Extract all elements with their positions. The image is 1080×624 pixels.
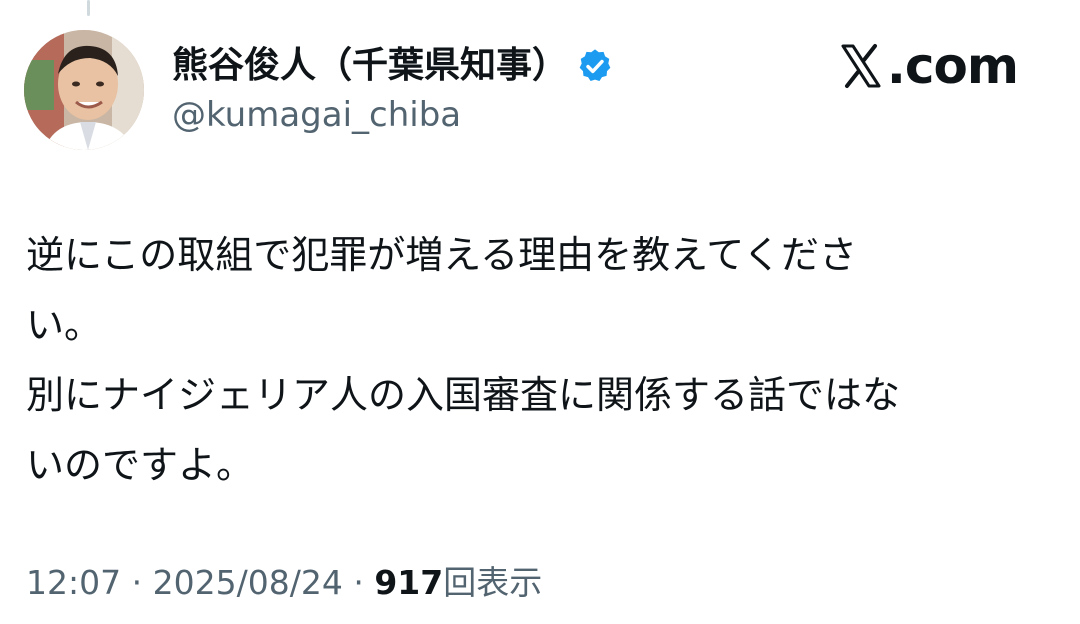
x-logo-icon bbox=[837, 42, 885, 90]
tweet-line: 別にナイジェリア人の入国審査に関係する話ではな bbox=[26, 373, 901, 417]
author-handle[interactable]: @kumagai_chiba bbox=[172, 90, 461, 140]
views-label: 回表示 bbox=[443, 563, 543, 602]
tweet-date[interactable]: 2025/08/24 bbox=[153, 563, 343, 602]
brand-domain-label: .com bbox=[886, 37, 1019, 95]
tweet-meta: 12:07 · 2025/08/24 · 917回表示 bbox=[26, 558, 542, 608]
tweet-time[interactable]: 12:07 bbox=[26, 563, 121, 602]
profile-photo bbox=[24, 30, 144, 150]
verified-badge-icon bbox=[576, 47, 614, 85]
tweet-body: 逆にこの取組で犯罪が増える理由を教えてくださ い。 別にナイジェリア人の入国審査… bbox=[26, 220, 1046, 500]
tweet-line: 逆にこの取組で犯罪が増える理由を教えてくださ bbox=[26, 233, 858, 277]
meta-separator: · bbox=[131, 563, 143, 602]
tweet-line: いのですよ。 bbox=[26, 443, 255, 487]
x-com-brand: .com bbox=[837, 36, 1019, 96]
views-count: 917 bbox=[374, 563, 444, 602]
tweet-line: い。 bbox=[26, 303, 103, 347]
meta-separator: · bbox=[353, 563, 364, 602]
avatar[interactable] bbox=[24, 30, 144, 150]
author-name-row[interactable]: 熊谷俊人（千葉県知事） bbox=[172, 36, 614, 96]
display-name[interactable]: 熊谷俊人（千葉県知事） bbox=[172, 36, 568, 96]
thread-connector-line bbox=[87, 0, 90, 16]
